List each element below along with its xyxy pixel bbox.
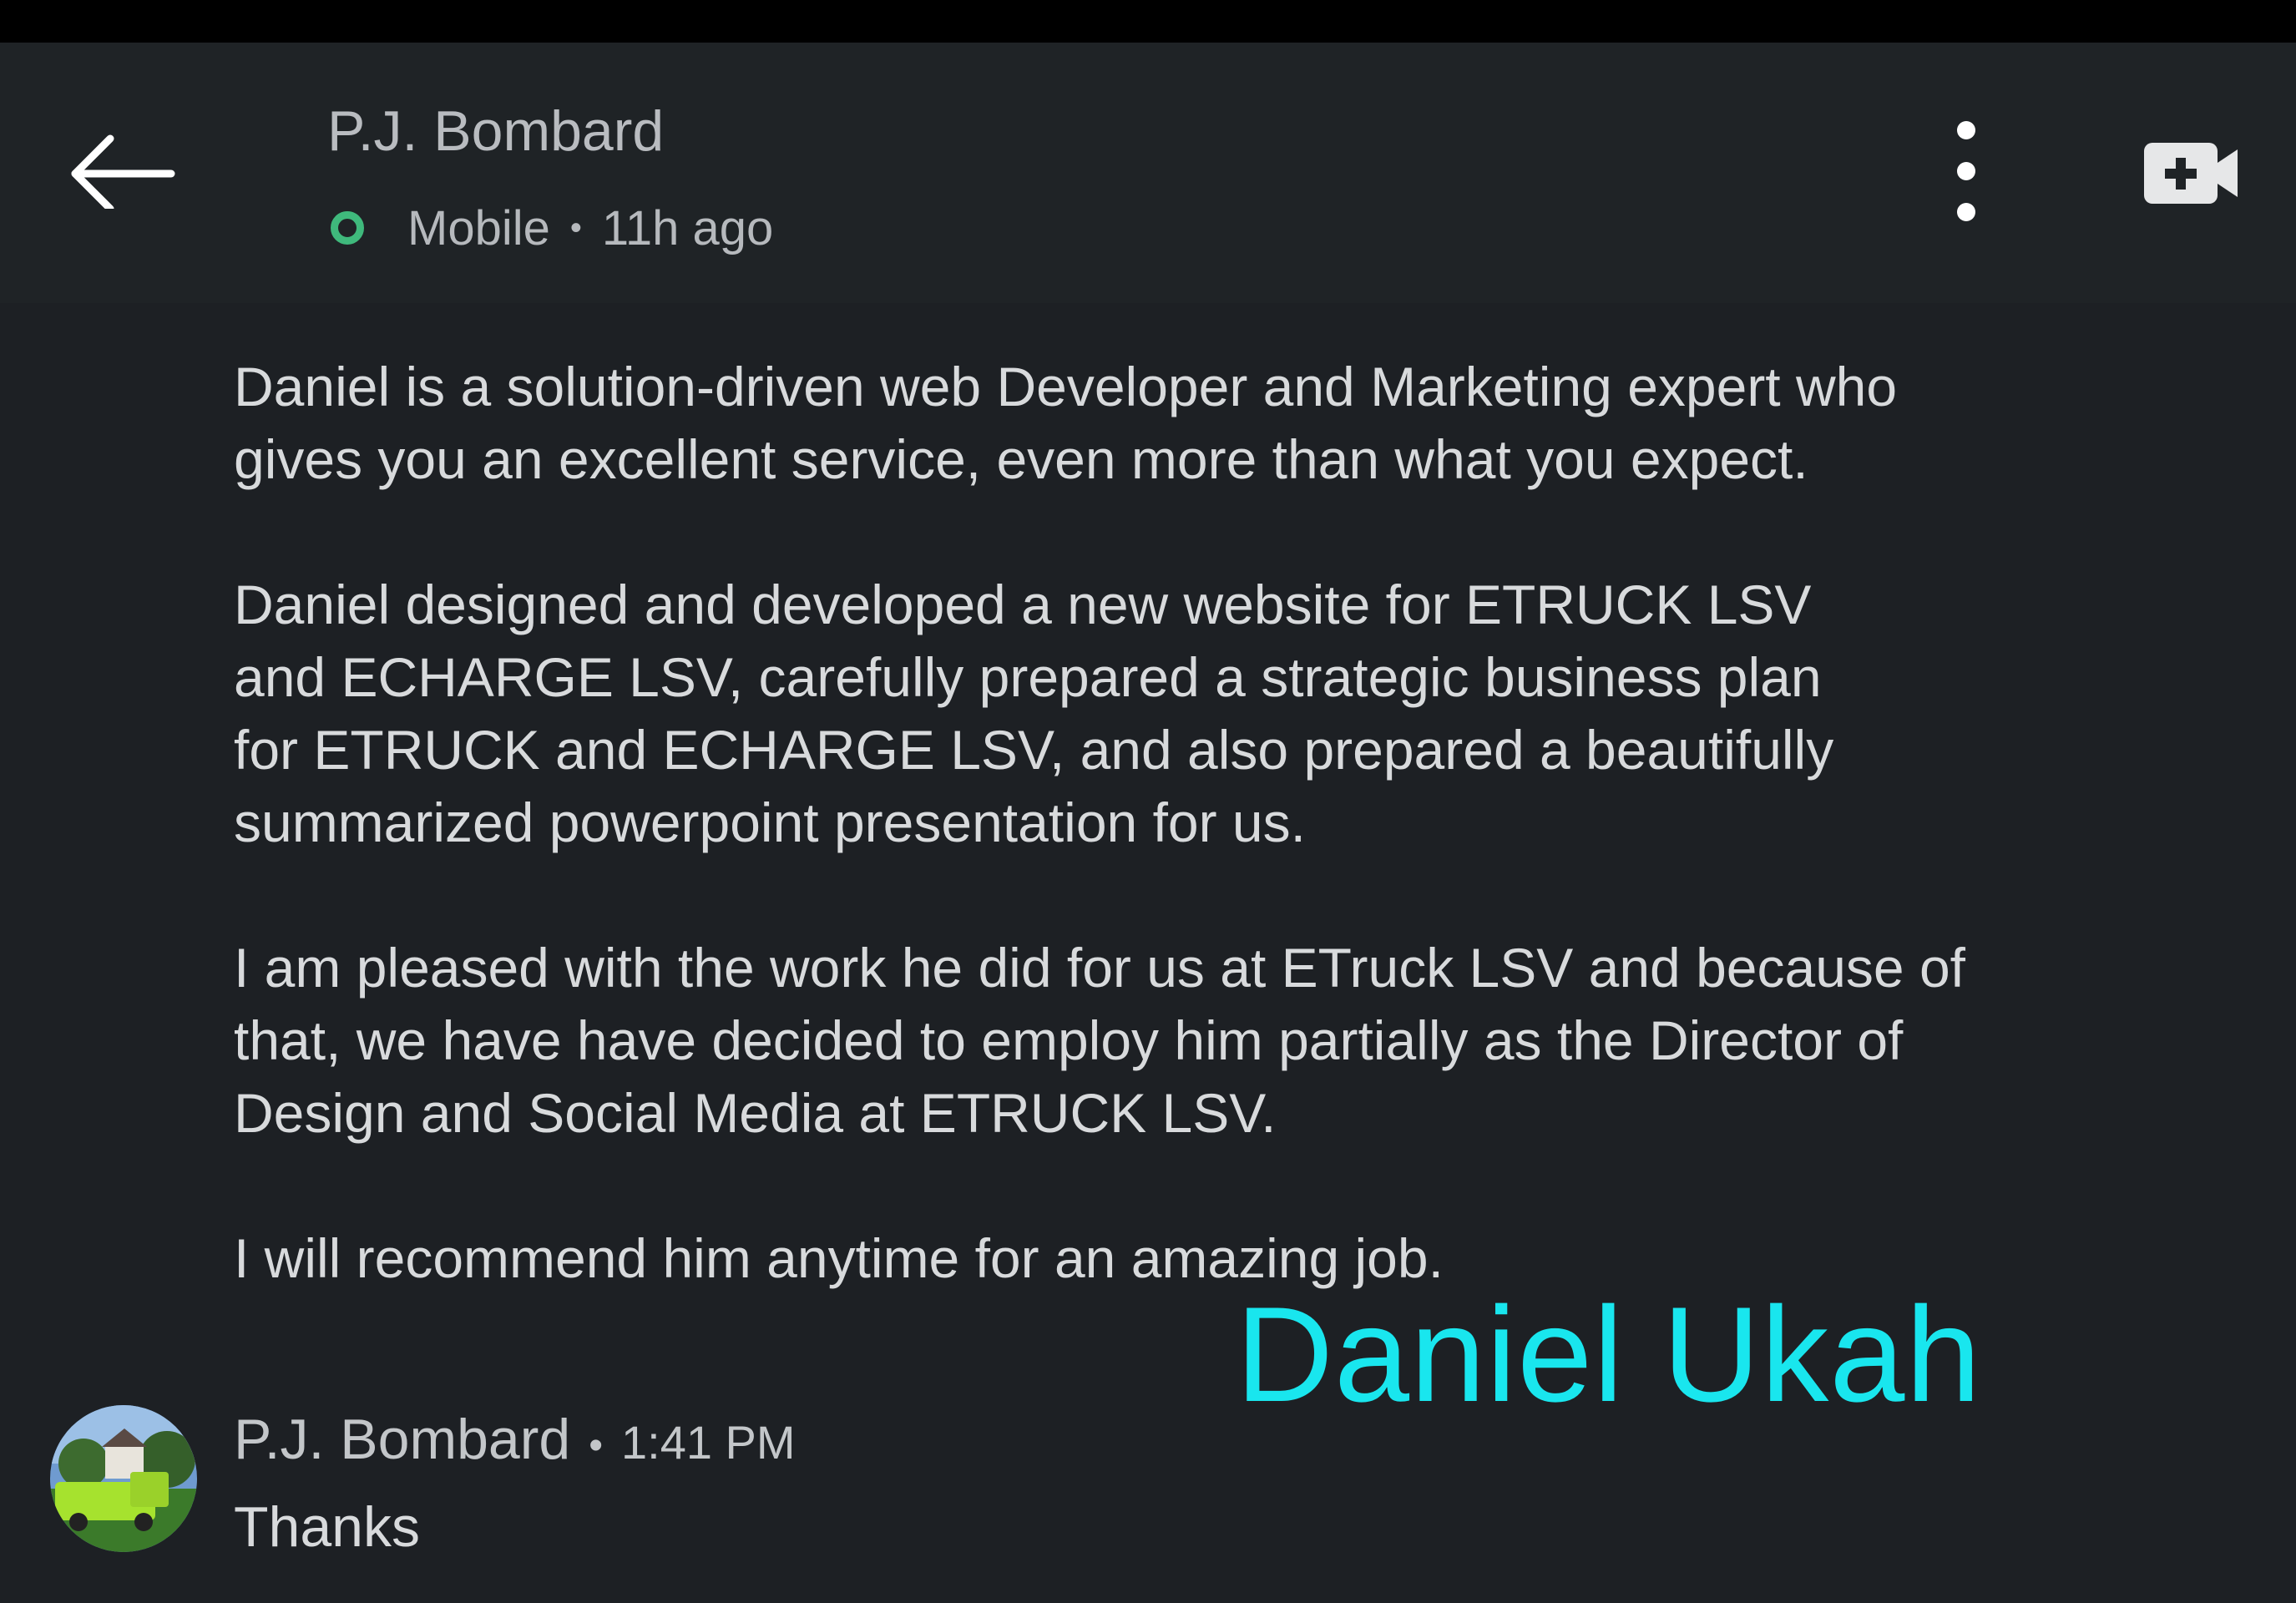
video-call-button[interactable]	[2137, 138, 2246, 209]
more-options-button[interactable]	[1941, 117, 1991, 225]
reply-timestamp: 1:41 PM	[621, 1416, 796, 1469]
message-line: Daniel designed and developed a new webs…	[234, 574, 1812, 635]
last-seen: 11h ago	[601, 200, 774, 255]
message-line: I am pleased with the work he did for us…	[234, 937, 1966, 999]
message-line: Daniel is a solution-driven web Develope…	[234, 356, 1898, 417]
presence-status: Mobile	[407, 200, 550, 255]
message-line: that, we have have decided to employ him…	[234, 1009, 1904, 1071]
presence-row: Mobile • 11h ago	[327, 199, 773, 257]
presence-separator: •	[569, 209, 582, 246]
message-line: and ECHARGE LSV, carefully prepared a st…	[234, 646, 1822, 708]
arrow-left-icon	[71, 134, 175, 213]
video-call-add-icon	[2144, 143, 2238, 204]
reply-separator: •	[589, 1423, 603, 1468]
message-paragraph: I am pleased with the work he did for us…	[234, 932, 2204, 1150]
message-line: Design and Social Media at ETRUCK LSV.	[234, 1082, 1277, 1144]
message-body: Daniel is a solution-driven web Develope…	[234, 351, 2204, 1295]
message-line: for ETRUCK and ECHARGE LSV, and also pre…	[234, 719, 1834, 781]
avatar[interactable]	[50, 1405, 197, 1552]
more-vertical-icon	[1957, 121, 1975, 221]
message-line: gives you an excellent service, even mor…	[234, 428, 1808, 490]
message-paragraph: Daniel is a solution-driven web Develope…	[234, 351, 2204, 496]
back-button[interactable]	[67, 109, 184, 213]
reply-message: Thanks	[234, 1495, 420, 1559]
message-paragraph: Daniel designed and developed a new webs…	[234, 569, 2204, 859]
online-status-icon	[331, 211, 364, 245]
reply-header: P.J. Bombard • 1:41 PM	[234, 1407, 796, 1486]
status-bar	[0, 0, 2296, 43]
reply-author[interactable]: P.J. Bombard	[234, 1407, 570, 1472]
contact-name[interactable]: P.J. Bombard	[327, 99, 664, 164]
message-line: summarized powerpoint presentation for u…	[234, 791, 1306, 853]
avatar-image	[50, 1405, 197, 1552]
watermark-text: Daniel Ukah	[1236, 1279, 1982, 1430]
